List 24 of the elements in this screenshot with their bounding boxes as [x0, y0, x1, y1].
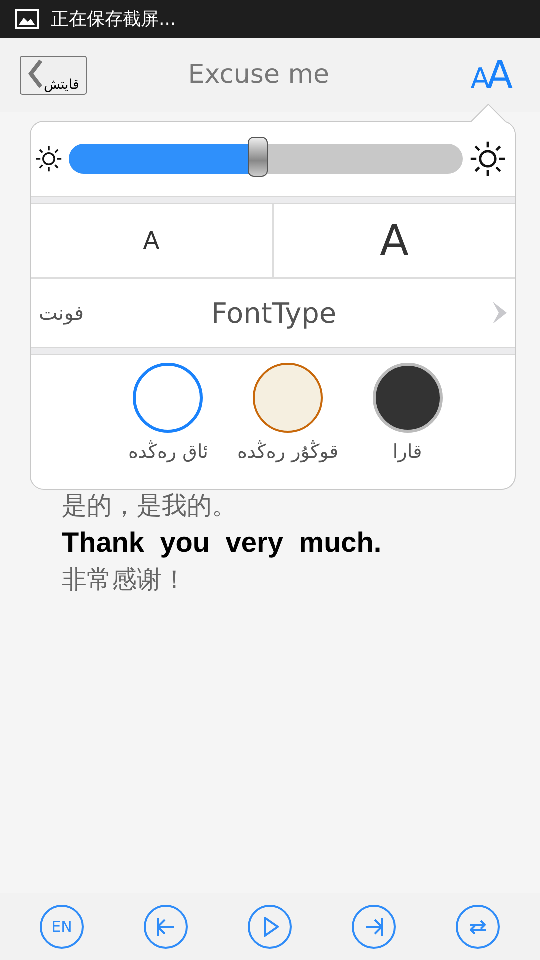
next-button[interactable]: [352, 904, 396, 948]
english-phrase: Thank you very much.: [62, 526, 382, 560]
page-title: Excuse me: [187, 60, 331, 90]
back-button[interactable]: قايتش: [20, 56, 87, 94]
image-icon: [15, 9, 39, 29]
font-type-value: FontType: [210, 296, 338, 330]
theme-option[interactable]: قوڭۇر رەڭدە: [237, 363, 339, 489]
previous-button[interactable]: [144, 904, 188, 948]
theme-label: قوڭۇر رەڭدە: [237, 441, 339, 463]
slider-thumb[interactable]: [248, 137, 268, 177]
bright-sun-icon: [469, 140, 507, 178]
chevron-left-icon: [28, 58, 44, 88]
dim-sun-icon: [35, 145, 63, 173]
brightness-slider[interactable]: [69, 139, 463, 179]
notification-text: 正在保存截屏...: [51, 8, 176, 31]
theme-option[interactable]: ئاق رەڭدە: [123, 363, 214, 489]
theme-label: قارا: [392, 441, 422, 463]
theme-option[interactable]: قارا: [362, 363, 453, 489]
play-button[interactable]: [248, 904, 292, 948]
theme-label: ئاق رەڭدە: [128, 441, 208, 463]
chinese-translation: 非常感谢！: [62, 564, 188, 596]
chinese-translation: 是的，是我的。: [62, 490, 238, 522]
repeat-button[interactable]: [456, 904, 500, 948]
font-label: فونت: [39, 301, 86, 325]
